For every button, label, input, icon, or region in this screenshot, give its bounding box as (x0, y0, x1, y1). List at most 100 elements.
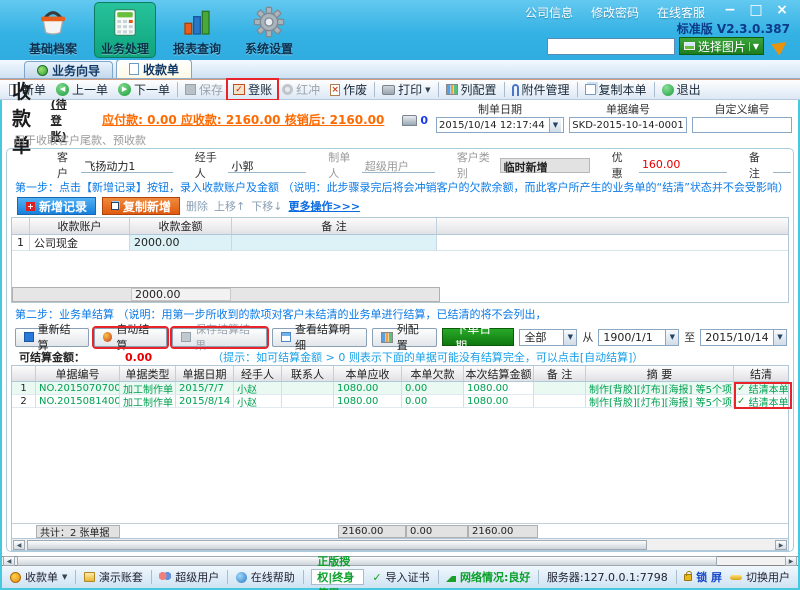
dropdown-arrow-icon[interactable]: ▼ (773, 330, 786, 345)
column-config-button[interactable]: 列配置 (441, 80, 502, 99)
print-button[interactable]: 打印▼ (377, 80, 435, 99)
company-info-link[interactable]: 公司信息 (525, 4, 573, 21)
column-header[interactable]: 本单欠款 (402, 366, 464, 381)
online-service-link[interactable]: 在线客服 (657, 4, 705, 21)
dropdown-arrow-icon[interactable]: ▼ (665, 330, 678, 345)
next-doc-button[interactable]: ▶下一单 (113, 80, 175, 99)
pick-image-button[interactable]: 选择图片 ▼ (679, 37, 764, 55)
summary-cell[interactable]: 制作[背胶][灯布][海报] 等5个项目 (586, 395, 734, 408)
nav-item-base-archives[interactable]: 基础档案 (22, 2, 84, 58)
contact-cell[interactable] (282, 395, 334, 408)
scroll-right-icon[interactable]: ▶ (785, 556, 797, 566)
doc-type-cell[interactable]: 加工制作单 (120, 395, 176, 408)
change-password-link[interactable]: 修改密码 (591, 4, 639, 21)
doc-date-cell[interactable]: 2015/8/14 (176, 395, 234, 408)
auto-settle-button[interactable]: 自动结算 (94, 328, 168, 347)
remark-field[interactable] (773, 158, 791, 173)
copy-add-button[interactable]: 复制新增 (102, 197, 180, 215)
column-header[interactable]: 摘 要 (586, 366, 734, 381)
column-header[interactable]: 结清 (734, 366, 788, 381)
scroll-left-icon[interactable]: ◀ (3, 556, 15, 566)
attachment-button[interactable]: 附件管理 (507, 80, 575, 99)
doc-date-cell[interactable]: 2015/7/7 (176, 382, 234, 395)
close-button[interactable]: × (774, 2, 790, 18)
column-header[interactable]: 单据类型 (120, 366, 176, 381)
settle-amount-cell[interactable]: 1080.00 (464, 395, 534, 408)
remark-cell[interactable] (534, 395, 586, 408)
scroll-left-icon[interactable]: ◀ (13, 540, 25, 550)
scroll-right-icon[interactable]: ▶ (775, 540, 787, 550)
void-button[interactable]: ×作废 (325, 80, 372, 99)
scroll-thumb[interactable] (17, 556, 717, 566)
account-cell[interactable]: 公司现金 (30, 235, 130, 251)
remark-cell[interactable] (232, 235, 437, 251)
switch-user-button[interactable]: 切换用户 (730, 569, 790, 585)
doc-no-cell[interactable]: NO.201507070001 (36, 382, 120, 395)
handler-field[interactable]: 小郭 (228, 158, 306, 173)
nav-item-system-settings[interactable]: 系统设置 (238, 2, 300, 58)
customer-field[interactable]: 飞扬动力1 (81, 158, 172, 173)
column-header[interactable]: 经手人 (234, 366, 282, 381)
column-config-button2[interactable]: 列配置 (372, 328, 437, 347)
owed-cell[interactable]: 0.00 (402, 395, 464, 408)
doc-type-cell[interactable]: 加工制作单 (120, 382, 176, 395)
table-horizontal-scrollbar[interactable]: ◀ ▶ (12, 538, 788, 550)
clear-doc-cell[interactable]: ✓ 结清本单 (734, 382, 788, 395)
move-up-link[interactable]: 上移↑ (214, 198, 245, 214)
dropdown-arrow-icon[interactable]: ▼ (549, 118, 561, 132)
range-select[interactable]: 全部▼ (519, 329, 577, 346)
statusbar-user[interactable]: 超级用户 (159, 569, 219, 585)
remark-cell[interactable] (534, 382, 586, 395)
to-date-select[interactable]: 2015/10/14▼ (700, 329, 787, 346)
column-header[interactable]: 单据日期 (176, 366, 234, 381)
table-row[interactable]: 1 NO.201507070001 加工制作单 2015/7/7 小赵 1080… (12, 382, 788, 395)
more-actions-link[interactable]: 更多操作>>> (288, 198, 360, 214)
summary-cell[interactable]: 制作[背胶][灯布][海报] 等5个项目 (586, 382, 734, 395)
table-row[interactable]: 1 公司现金 2000.00 (12, 235, 788, 251)
lock-screen-button[interactable]: 锁 屏 (684, 569, 722, 585)
add-record-button[interactable]: +新增记录 (17, 197, 96, 215)
move-down-link[interactable]: 下移↓ (251, 198, 282, 214)
view-settle-detail-button[interactable]: 查看结算明细 (272, 328, 367, 347)
discount-field[interactable]: 160.00 (639, 158, 727, 173)
table-row[interactable]: 2 NO.201508140001 加工制作单 2015/8/14 小赵 108… (12, 395, 788, 408)
resettle-button[interactable]: 重新结算 (15, 328, 89, 347)
image-path-input[interactable] (547, 38, 675, 55)
statusbar-online-help[interactable]: 在线帮助 (236, 569, 295, 585)
handler-cell[interactable]: 小赵 (234, 395, 282, 408)
owed-cell[interactable]: 0.00 (402, 382, 464, 395)
receivable-cell[interactable]: 1080.00 (334, 382, 402, 395)
print-count-icon[interactable] (402, 115, 417, 126)
tab-receipt-form[interactable]: 收款单 (116, 59, 192, 78)
statusbar-doc-menu[interactable]: 收款单▼ (10, 569, 67, 585)
clear-doc-cell[interactable]: ✓ 结清本单 (734, 395, 788, 408)
copy-doc-button[interactable]: 复制本单 (580, 80, 652, 99)
nav-item-report-query[interactable]: 报表查询 (166, 2, 228, 58)
column-header[interactable]: 本单应收 (334, 366, 402, 381)
exit-button[interactable]: 退出 (657, 80, 706, 99)
column-header[interactable]: 备 注 (232, 218, 437, 234)
delete-row-link[interactable]: 删除 (186, 198, 208, 214)
custom-no-input[interactable] (692, 117, 792, 133)
dropdown-arrow-icon[interactable]: ▼ (563, 330, 576, 345)
settle-amount-cell[interactable]: 1080.00 (464, 382, 534, 395)
amount-cell[interactable]: 2000.00 (130, 235, 232, 251)
maximize-button[interactable]: □ (748, 2, 764, 18)
nav-item-business-processing[interactable]: 业务处理 (94, 2, 156, 58)
column-header[interactable]: 收款金额 (130, 218, 232, 234)
column-header[interactable]: 单据编号 (36, 366, 120, 381)
handler-cell[interactable]: 小赵 (234, 382, 282, 395)
order-date-button[interactable]: 下单日期 (442, 328, 514, 346)
column-header[interactable]: 本次结算金额 (464, 366, 534, 381)
page-horizontal-scrollbar[interactable]: ◀ ▶ (2, 556, 798, 566)
contact-cell[interactable] (282, 382, 334, 395)
statusbar-account-set[interactable]: 演示账套 (84, 569, 143, 585)
doc-no-cell[interactable]: NO.201508140001 (36, 395, 120, 408)
create-date-input[interactable]: 2015/10/14 12:17:44▼ (436, 117, 564, 133)
tab-business-wizard[interactable]: 业务向导 (24, 61, 113, 78)
column-header[interactable]: 备 注 (534, 366, 586, 381)
column-header[interactable]: 联系人 (282, 366, 334, 381)
import-cert-button[interactable]: ✓导入证书 (372, 569, 429, 585)
receivable-cell[interactable]: 1080.00 (334, 395, 402, 408)
post-account-button[interactable]: ✓登账 (228, 80, 277, 99)
